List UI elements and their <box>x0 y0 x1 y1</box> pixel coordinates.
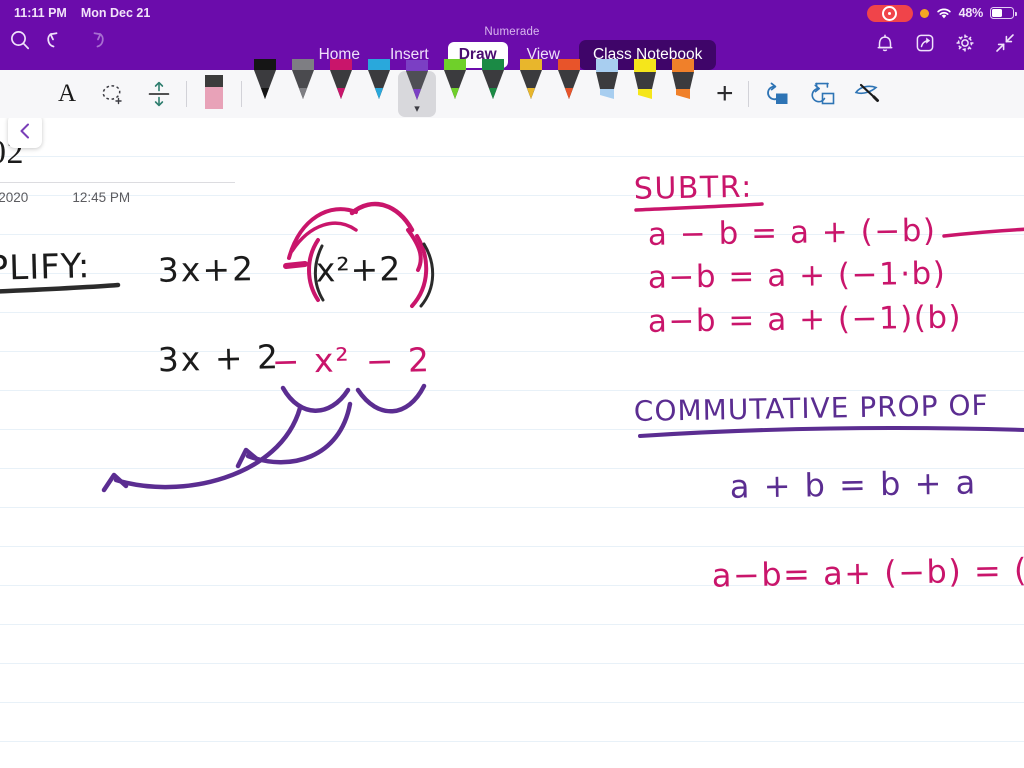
text-tool-button[interactable]: A <box>44 72 90 116</box>
ios-status-bar: 11:11 PM Mon Dec 21 48% <box>0 0 1024 26</box>
chevron-left-icon <box>20 123 29 139</box>
status-bar-clock: 11:11 PM <box>14 6 67 20</box>
highlighter-yellow[interactable] <box>626 59 664 118</box>
app-title: Numerade <box>484 26 540 38</box>
ribbon-header: Numerade Home Insert Draw View Class Not… <box>0 26 1024 70</box>
toolbar-divider-2 <box>241 81 242 107</box>
pen-cyan[interactable] <box>360 59 398 118</box>
insert-space-icon[interactable] <box>136 72 182 116</box>
add-pen-button[interactable]: + <box>716 79 734 109</box>
orange-indicator-dot <box>919 8 929 18</box>
collapse-ribbon-icon[interactable] <box>994 32 1016 54</box>
page-time[interactable]: 12:45 PM <box>72 190 130 205</box>
pen-magenta[interactable] <box>322 59 360 118</box>
ink-editor-icon[interactable] <box>845 72 891 116</box>
pen-orange-red[interactable] <box>550 59 588 118</box>
battery-percent: 48% <box>958 6 984 20</box>
status-bar-date: Mon Dec 21 <box>80 6 151 20</box>
pen-purple[interactable]: ▾ <box>398 60 436 117</box>
wifi-icon <box>936 7 952 20</box>
battery-icon <box>990 7 1017 19</box>
ruled-lines <box>0 118 1024 768</box>
highlighter-blue[interactable] <box>588 59 626 118</box>
page-meta: er 24, 2020 12:45 PM <box>0 190 130 205</box>
text-tool-label: A <box>57 80 77 107</box>
pen-dark-green[interactable] <box>474 59 512 118</box>
lasso-select-icon[interactable] <box>90 72 136 116</box>
page-header-divider <box>0 182 235 183</box>
bell-icon[interactable] <box>874 32 896 54</box>
pen-collection: ▾ <box>246 59 702 118</box>
ink-replay-icon[interactable] <box>799 72 845 116</box>
status-bar-right: 48% <box>866 4 1024 22</box>
share-icon[interactable] <box>914 32 936 54</box>
highlighter-orange[interactable] <box>664 59 702 118</box>
pen-gray[interactable] <box>284 59 322 118</box>
ink-to-shape-icon[interactable] <box>753 72 799 116</box>
draw-tool-bar: A ▾ + <box>0 59 1024 119</box>
pen-green[interactable] <box>436 59 474 118</box>
onenote-app-window: 11:11 PM Mon Dec 21 48% Numerade Home In… <box>0 0 1024 768</box>
ribbon-right-tools <box>874 32 1016 54</box>
chevron-down-icon[interactable]: ▾ <box>414 104 420 115</box>
note-page[interactable]: ...02 er 24, 2020 12:45 PM PLIFY: 3x+2 x… <box>0 118 1024 768</box>
toolbar-divider-1 <box>186 81 187 107</box>
back-button[interactable] <box>8 118 42 148</box>
eraser-icon[interactable] <box>191 72 237 116</box>
ribbon-tabs: Home Insert Draw View Class Notebook <box>0 40 1024 70</box>
status-bar-left: 11:11 PM Mon Dec 21 <box>0 6 150 20</box>
record-icon <box>866 4 913 22</box>
toolbar-divider-3 <box>747 81 749 107</box>
page-date[interactable]: er 24, 2020 <box>0 190 28 205</box>
pen-gold[interactable] <box>512 59 550 118</box>
gear-icon[interactable] <box>954 32 976 54</box>
pen-black[interactable] <box>246 59 284 118</box>
